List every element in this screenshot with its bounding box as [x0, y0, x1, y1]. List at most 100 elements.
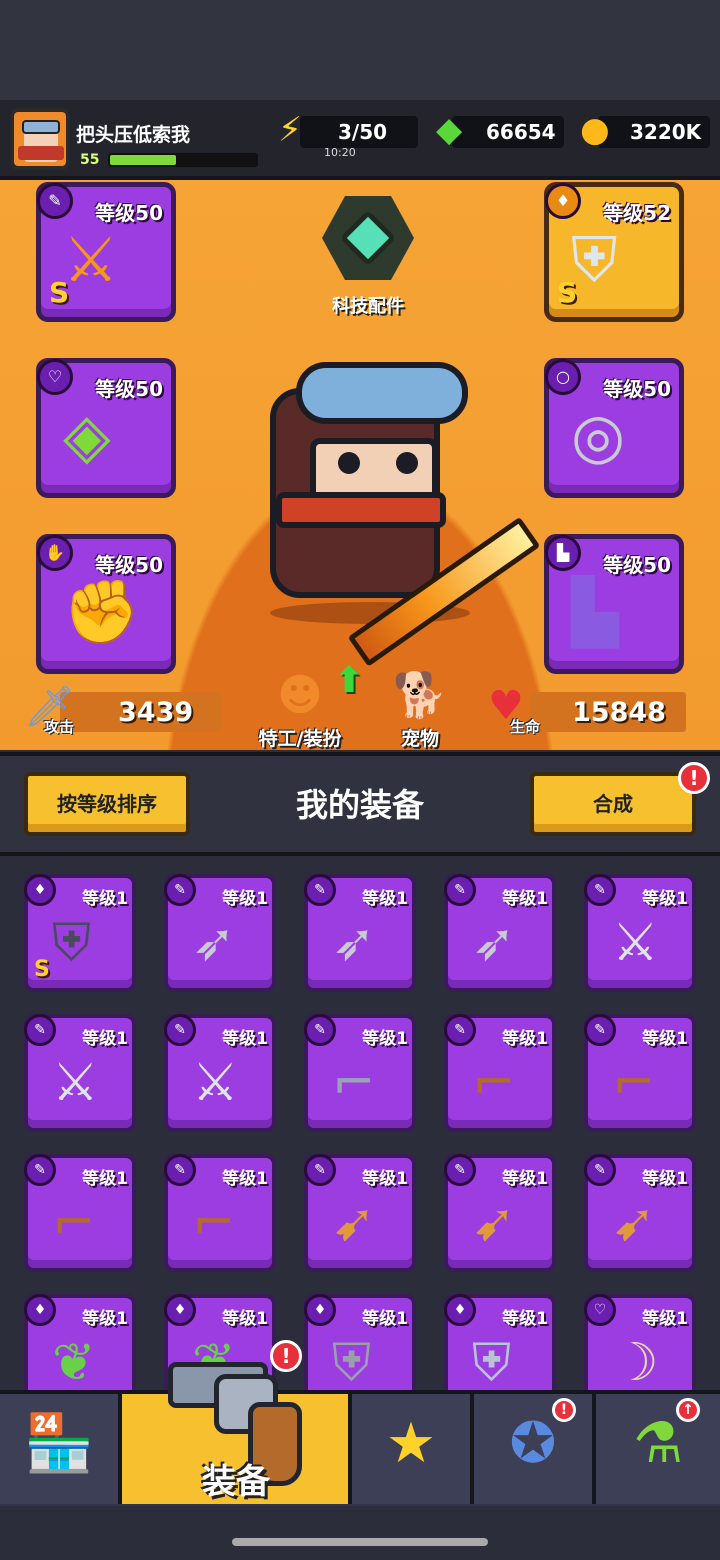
shotgun-icon: ⌐ — [192, 1193, 236, 1253]
inventory-item[interactable]: ✎ 等级1 ➹ — [304, 1154, 416, 1272]
drill-icon: ➹ — [332, 1193, 376, 1253]
inventory-item[interactable]: ✎ 等级1 ⚔ — [164, 1014, 276, 1132]
gloves-slot[interactable]: ✋ 等级50 ✊ — [36, 534, 176, 674]
item-level: 等级1 — [642, 889, 688, 909]
item-level: 等级1 — [362, 889, 408, 909]
necklace-level: 等级50 — [95, 377, 163, 401]
item-type-icon: ✎ — [584, 874, 616, 906]
item-type-icon: ✎ — [24, 1014, 56, 1046]
weapon-slot[interactable]: ✎ 等级50 ⚔ S — [36, 182, 176, 322]
inventory-item[interactable]: ♦ 等级1 ⛨ — [304, 1294, 416, 1390]
weapon-type-icon: ✎ — [37, 183, 73, 219]
star-swords-icon: ★ — [385, 1411, 437, 1476]
necklace-slot[interactable]: ♡ 等级50 ◈ — [36, 358, 176, 498]
inventory-item[interactable]: ✎ 等级1 ⌐ — [304, 1014, 416, 1132]
lightning-icon: ⚡ — [278, 110, 302, 150]
attack-value: 3439 — [118, 697, 194, 728]
item-level: 等级1 — [362, 1309, 408, 1329]
inventory-item[interactable]: ♡ 等级1 ☽ — [584, 1294, 696, 1390]
weapon-rank: S — [49, 276, 70, 309]
inventory-item[interactable]: ♦ 等级1 ⛨ S — [24, 874, 136, 992]
sword-icon: ⚔ — [63, 223, 119, 296]
item-type-icon: ✎ — [444, 1014, 476, 1046]
status-bar-area — [0, 0, 720, 100]
sort-by-level-button[interactable]: 按等级排序 — [24, 772, 190, 836]
equipment-alert-badge: ! — [270, 1340, 302, 1372]
inventory-item[interactable]: ✎ 等级1 ⌐ — [584, 1014, 696, 1132]
tab-gene[interactable]: ⚗ — [596, 1394, 720, 1504]
tech-parts-button[interactable] — [318, 196, 418, 292]
knight-armor-icon: ⛨ — [472, 1333, 512, 1390]
ring-type-icon: ○ — [545, 359, 581, 395]
katana-icon: ⚔ — [192, 1053, 239, 1113]
merge-button[interactable]: 合成 — [530, 772, 696, 836]
inventory-item[interactable]: ✎ 等级1 ⚔ — [584, 874, 696, 992]
tab-equipment-label: 装备 — [202, 1462, 270, 1502]
kunai-icon: ➶ — [472, 913, 516, 973]
upgrade-arrow-icon: ⬆ — [334, 660, 365, 701]
pet-button[interactable]: 🐕 宠物 — [384, 668, 456, 751]
item-level: 等级1 — [502, 1309, 548, 1329]
item-type-icon: ♦ — [164, 1294, 196, 1326]
item-type-icon: ♦ — [24, 1294, 56, 1326]
gloves-level: 等级50 — [95, 553, 163, 577]
inventory-item[interactable]: ♦ 等级1 ❦ — [24, 1294, 136, 1390]
revolver-icon: ⌐ — [332, 1053, 376, 1113]
ring-slot[interactable]: ○ 等级50 ◎ — [544, 358, 684, 498]
stone-armor-icon: ⛨ — [332, 1333, 372, 1390]
inventory-item[interactable]: ✎ 等级1 ⌐ — [164, 1154, 276, 1272]
item-type-icon: ✎ — [304, 874, 336, 906]
inventory-item[interactable]: ♦ 等级1 ⛨ — [444, 1294, 556, 1390]
item-level: 等级1 — [502, 889, 548, 909]
xp-bar — [108, 153, 258, 167]
shop-icon: 🏪 — [24, 1411, 94, 1476]
inventory-item[interactable]: ✎ 等级1 ⌐ — [24, 1154, 136, 1272]
inventory-item[interactable]: ✎ 等级1 ⌐ — [444, 1014, 556, 1132]
shiba-dog-icon: 🐕 — [392, 670, 448, 721]
avatar-scarf — [18, 146, 64, 160]
evolve-alert-badge: ! — [552, 1398, 576, 1422]
armor-type-icon: ♦ — [545, 183, 581, 219]
item-level: 等级1 — [642, 1029, 688, 1049]
shotgun-icon: ⌐ — [52, 1193, 96, 1253]
boots-type-icon: ▙ — [545, 535, 581, 571]
armor-slot[interactable]: ♦ 等级52 ⛨ S — [544, 182, 684, 322]
item-type-icon: ♦ — [304, 1294, 336, 1326]
item-type-icon: ✎ — [164, 1154, 196, 1186]
hero-eye-left — [338, 452, 360, 474]
inventory-item[interactable]: ✎ 等级1 ➶ — [164, 874, 276, 992]
boots-level: 等级50 — [603, 553, 671, 577]
tab-talent[interactable]: ★ — [352, 1394, 474, 1504]
xp-bar-fill — [110, 155, 176, 165]
hp-value: 15848 — [572, 697, 666, 728]
item-level: 等级1 — [82, 1029, 128, 1049]
item-level: 等级1 — [82, 1309, 128, 1329]
inventory-item[interactable]: ✎ 等级1 ➹ — [444, 1154, 556, 1272]
item-level: 等级1 — [502, 1169, 548, 1189]
inventory-item[interactable]: ✎ 等级1 ➹ — [584, 1154, 696, 1272]
inventory-item[interactable]: ✎ 等级1 ➶ — [444, 874, 556, 992]
inventory-grid: ♦ 等级1 ⛨ S ✎ 等级1 ➶ ✎ 等级1 ➶ ✎ 等级1 ➶ ✎ 等级1 ⚔ ✎ 等级1 ⚔ ✎ 等级1 ⚔ ✎ 等级1… — [0, 860, 720, 1390]
armor-level: 等级52 — [603, 201, 671, 225]
katana-icon: ⚔ — [612, 913, 659, 973]
hero-character — [270, 362, 541, 667]
inventory-item[interactable]: ✎ 等级1 ➶ — [304, 874, 416, 992]
player-name: 把头压低索我 — [76, 124, 191, 146]
fang-necklace-icon: ☽ — [612, 1333, 659, 1390]
item-type-icon: ✎ — [24, 1154, 56, 1186]
boots-slot[interactable]: ▙ 等级50 ▙ — [544, 534, 684, 674]
inventory-item[interactable]: ✎ 等级1 ⚔ — [24, 1014, 136, 1132]
player-avatar[interactable] — [10, 108, 70, 170]
item-type-icon: ✎ — [304, 1154, 336, 1186]
hero-scarf — [276, 492, 446, 528]
ring-icon: ◎ — [571, 399, 626, 472]
armor-icon: ⛨ — [571, 223, 618, 296]
gem-value: 66654 — [486, 120, 556, 144]
merge-alert-badge: ! — [678, 762, 710, 794]
armor-rank: S — [557, 276, 578, 309]
item-level: 等级1 — [82, 1169, 128, 1189]
agent-skin-button[interactable]: ☻ 特工/装扮 — [254, 668, 346, 751]
item-type-icon: ✎ — [164, 1014, 196, 1046]
tab-shop[interactable]: 🏪 — [0, 1394, 122, 1504]
tab-evolve[interactable]: ✪ — [474, 1394, 596, 1504]
